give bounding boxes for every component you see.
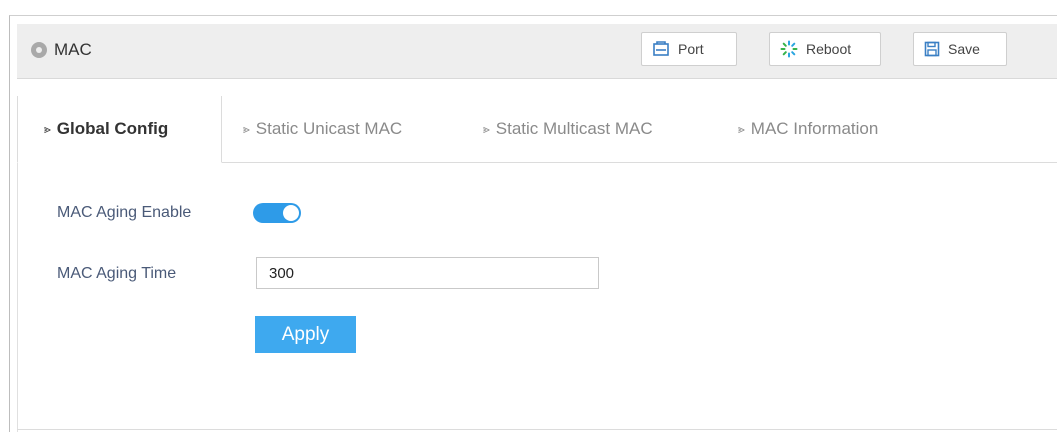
tab-mac-information[interactable]: ⪢ MAC Information (738, 96, 878, 162)
tab-global-config[interactable]: ⪢ Global Config (17, 96, 222, 163)
apply-button[interactable]: Apply (255, 316, 356, 353)
mac-aging-time-label: MAC Aging Time (57, 265, 177, 282)
page-title: MAC (54, 40, 92, 59)
save-button-label: Save (948, 41, 980, 57)
save-button[interactable]: Save (913, 32, 1007, 66)
chevron-right-icon: ⪢ (44, 121, 51, 136)
mac-aging-enable-toggle[interactable] (253, 203, 301, 223)
chevron-right-icon: ⪢ (243, 121, 250, 136)
toggle-knob (283, 205, 299, 221)
tab-bar: ⪢ Global Config ⪢ Static Unicast MAC ⪢ S… (17, 96, 1057, 163)
chevron-right-icon: ⪢ (483, 121, 490, 136)
mac-aging-time-input[interactable] (256, 257, 599, 289)
tab-label: Static Multicast MAC (495, 119, 653, 138)
tab-static-multicast-mac[interactable]: ⪢ Static Multicast MAC (483, 96, 653, 162)
port-icon (653, 41, 669, 56)
tab-static-unicast-mac[interactable]: ⪢ Static Unicast MAC (243, 96, 402, 162)
divider (17, 429, 1057, 430)
floppy-disk-icon (924, 41, 940, 57)
reboot-button[interactable]: Reboot (769, 32, 881, 66)
port-button-label: Port (678, 41, 704, 57)
page-header: MAC Port Reboot Save (17, 24, 1057, 79)
port-button[interactable]: Port (641, 32, 737, 66)
chevron-right-icon: ⪢ (738, 121, 745, 136)
reboot-spinner-icon (780, 40, 798, 58)
tab-label: MAC Information (750, 119, 879, 138)
tab-label: Static Unicast MAC (255, 119, 403, 138)
tab-label: Global Config (56, 119, 169, 138)
reboot-button-label: Reboot (806, 41, 852, 57)
location-pin-icon (31, 42, 47, 58)
mac-aging-enable-label: MAC Aging Enable (57, 204, 192, 221)
